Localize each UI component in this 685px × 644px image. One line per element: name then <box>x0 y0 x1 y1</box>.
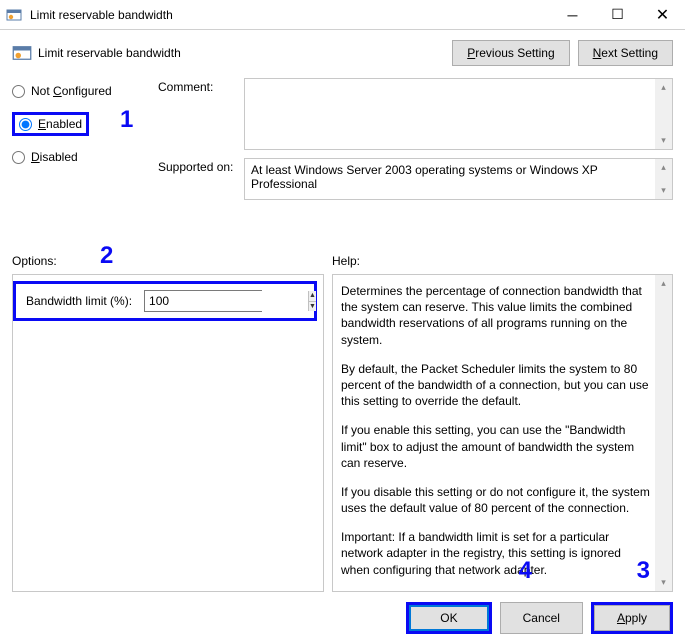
policy-subtitle: Limit reservable bandwidth <box>38 46 181 60</box>
maximize-button[interactable]: ☐ <box>595 0 640 30</box>
scroll-up-icon[interactable]: ▴ <box>655 275 672 292</box>
supported-scrollbar[interactable]: ▴ ▾ <box>655 159 672 199</box>
scroll-up-icon[interactable]: ▴ <box>655 79 672 96</box>
bandwidth-limit-label: Bandwidth limit (%): <box>26 294 132 308</box>
radio-enabled[interactable]: Enabled <box>19 117 82 131</box>
policy-icon <box>6 7 22 23</box>
supported-on-label: Supported on: <box>158 160 238 174</box>
scroll-down-icon[interactable]: ▾ <box>655 132 672 149</box>
help-p3: If you enable this setting, you can use … <box>341 422 650 471</box>
radio-not-configured-input[interactable] <box>12 85 25 98</box>
help-label: Help: <box>332 254 360 268</box>
spin-up-button[interactable]: ▲ <box>309 291 316 302</box>
bandwidth-spinner[interactable]: ▲ ▼ <box>144 290 262 312</box>
scroll-up-icon[interactable]: ▴ <box>655 159 672 176</box>
comment-label: Comment: <box>158 80 238 94</box>
bandwidth-input[interactable] <box>145 291 308 311</box>
help-p1: Determines the percentage of connection … <box>341 283 650 348</box>
minimize-button[interactable]: ─ <box>550 0 595 30</box>
help-panel: Determines the percentage of connection … <box>332 274 673 592</box>
radio-enabled-input[interactable] <box>19 118 32 131</box>
annotation-3: 3 <box>637 557 650 585</box>
apply-button[interactable]: Apply <box>594 605 670 631</box>
radio-disabled[interactable]: Disabled <box>12 150 152 164</box>
help-p4: If you disable this setting or do not co… <box>341 484 650 516</box>
ok-button[interactable]: OK <box>409 605 488 631</box>
bandwidth-highlight: Bandwidth limit (%): ▲ ▼ <box>13 281 317 321</box>
options-label: Options: <box>12 254 332 268</box>
options-panel: Bandwidth limit (%): ▲ ▼ <box>12 274 324 592</box>
state-radio-group: Not Configured Enabled Disabled 1 <box>12 78 152 240</box>
close-button[interactable]: ✕ <box>640 0 685 30</box>
help-p5: Important: If a bandwidth limit is set f… <box>341 529 650 578</box>
annotation-1: 1 <box>120 106 133 134</box>
previous-setting-button[interactable]: Previous Setting <box>452 40 569 66</box>
window-title: Limit reservable bandwidth <box>28 8 550 22</box>
radio-disabled-input[interactable] <box>12 151 25 164</box>
cancel-button[interactable]: Cancel <box>500 602 583 634</box>
help-p2: By default, the Packet Scheduler limits … <box>341 361 650 410</box>
titlebar: Limit reservable bandwidth ─ ☐ ✕ <box>0 0 685 30</box>
radio-not-configured[interactable]: Not Configured <box>12 84 152 98</box>
annotation-2: 2 <box>100 242 113 270</box>
spin-down-button[interactable]: ▼ <box>309 302 316 312</box>
subheader: Limit reservable bandwidth Previous Sett… <box>0 30 685 72</box>
policy-icon <box>12 43 32 63</box>
comment-textarea[interactable]: ▴ ▾ <box>244 78 673 150</box>
comment-scrollbar[interactable]: ▴ ▾ <box>655 79 672 149</box>
annotation-4: 4 <box>519 557 532 585</box>
scroll-down-icon[interactable]: ▾ <box>655 574 672 591</box>
supported-on-box: At least Windows Server 2003 operating s… <box>244 158 673 200</box>
supported-on-text: At least Windows Server 2003 operating s… <box>251 163 598 191</box>
next-setting-button[interactable]: Next Setting <box>578 40 673 66</box>
scroll-down-icon[interactable]: ▾ <box>655 182 672 199</box>
apply-highlight: Apply <box>591 602 673 634</box>
dialog-footer: OK Cancel Apply <box>0 592 685 644</box>
radio-enabled-highlight: Enabled <box>12 112 89 136</box>
ok-highlight: OK <box>406 602 491 634</box>
help-scrollbar[interactable]: ▴ ▾ <box>655 275 672 591</box>
